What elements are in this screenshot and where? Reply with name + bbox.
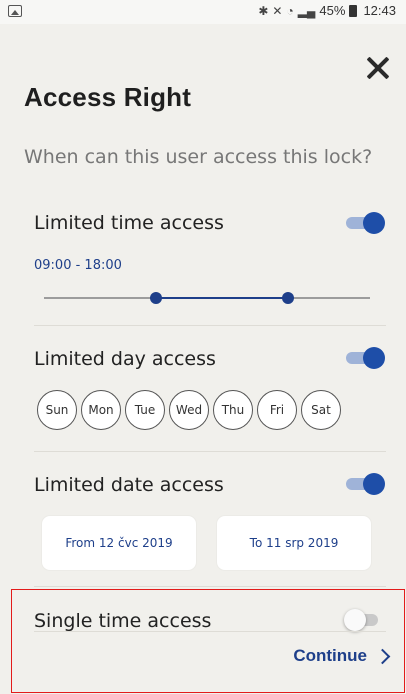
status-bar: ✱ ✕ ◔ ▂▄ 45% 12:43 bbox=[0, 0, 406, 24]
slider-start-thumb[interactable] bbox=[150, 292, 162, 304]
slider-active-range bbox=[156, 297, 288, 299]
limited-time-toggle[interactable] bbox=[344, 212, 385, 234]
highlight-box bbox=[11, 589, 405, 693]
limited-day-label: Limited day access bbox=[34, 348, 216, 370]
day-wed[interactable]: Wed bbox=[169, 390, 209, 430]
day-selector: Sun Mon Tue Wed Thu Fri Sat bbox=[37, 390, 341, 430]
gallery-notification-icon bbox=[8, 5, 22, 17]
page-subtitle: When can this user access this lock? bbox=[24, 146, 373, 168]
wifi-icon: ◔ bbox=[286, 3, 294, 18]
day-thu[interactable]: Thu bbox=[213, 390, 253, 430]
divider bbox=[34, 586, 386, 587]
limited-time-label: Limited time access bbox=[34, 212, 224, 234]
battery-icon bbox=[349, 4, 358, 17]
time-range-slider[interactable] bbox=[44, 290, 370, 306]
day-fri[interactable]: Fri bbox=[257, 390, 297, 430]
close-icon[interactable] bbox=[364, 54, 392, 82]
limited-date-toggle[interactable] bbox=[344, 473, 385, 495]
single-time-label: Single time access bbox=[34, 610, 212, 632]
divider bbox=[34, 451, 386, 452]
day-sun[interactable]: Sun bbox=[37, 390, 77, 430]
to-date-button[interactable]: To 11 srp 2019 bbox=[217, 516, 371, 570]
divider bbox=[34, 325, 386, 326]
clock: 12:43 bbox=[363, 3, 396, 18]
divider bbox=[34, 631, 386, 632]
page-title: Access Right bbox=[24, 82, 192, 112]
day-mon[interactable]: Mon bbox=[81, 390, 121, 430]
from-date-button[interactable]: From 12 čvc 2019 bbox=[42, 516, 196, 570]
mute-icon: ✕ bbox=[272, 3, 283, 18]
bluetooth-icon: ✱ bbox=[258, 3, 269, 18]
day-sat[interactable]: Sat bbox=[301, 390, 341, 430]
time-range-text: 09:00 - 18:00 bbox=[34, 258, 122, 273]
toggle-knob bbox=[363, 212, 385, 234]
signal-icon: ▂▄ bbox=[297, 3, 316, 18]
limited-day-toggle[interactable] bbox=[344, 347, 385, 369]
toggle-knob bbox=[363, 347, 385, 369]
continue-label: Continue bbox=[293, 646, 367, 665]
toggle-knob bbox=[363, 473, 385, 495]
single-time-toggle[interactable] bbox=[344, 609, 384, 631]
status-icons: ✱ ✕ ◔ ▂▄ 45% 12:43 bbox=[258, 3, 396, 18]
toggle-knob bbox=[344, 609, 366, 631]
limited-date-label: Limited date access bbox=[34, 474, 224, 496]
day-tue[interactable]: Tue bbox=[125, 390, 165, 430]
continue-button[interactable]: Continue bbox=[293, 646, 391, 666]
slider-end-thumb[interactable] bbox=[282, 292, 294, 304]
chevron-right-icon bbox=[374, 648, 391, 664]
battery-percent: 45% bbox=[319, 3, 346, 18]
